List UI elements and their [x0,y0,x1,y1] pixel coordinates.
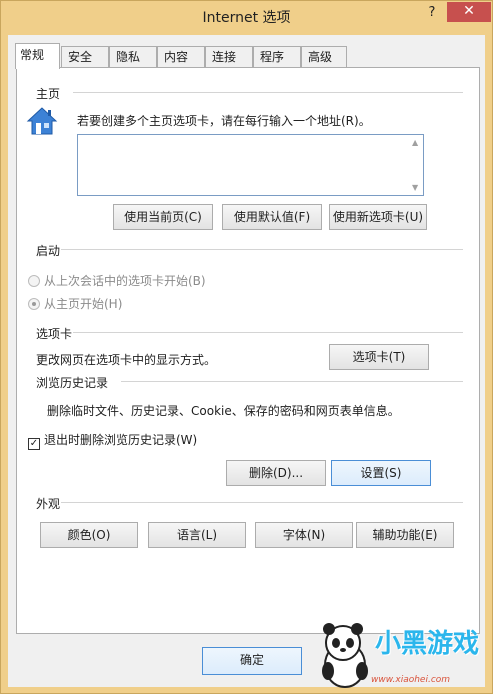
urls-scrollbar[interactable]: ▲ ▼ [409,135,423,195]
watermark-url: www.xiaohei.com [371,675,451,685]
close-button[interactable]: ✕ [447,2,491,22]
watermark-brand: 小黑游戏 [375,629,480,659]
history-divider [121,381,463,382]
tabs-section-text: 更改网页在选项卡中的显示方式。 [36,353,217,367]
history-settings-button[interactable]: 设置(S) [331,460,431,486]
startup-last-session-option[interactable]: 从上次会话中的选项卡开始(B) [28,272,206,288]
tab-connections[interactable]: 连接 [205,46,253,68]
use-new-tab-button[interactable]: 使用新选项卡(U) [329,204,427,230]
general-tab-panel: 主页 若要创建多个主页选项卡，请在每行输入一个地址(R)。 ▲ ▼ 使用当前页(… [16,67,480,634]
startup-home-page-option[interactable]: 从主页开始(H) [28,295,122,311]
fonts-button[interactable]: 字体(N) [255,522,353,548]
home-page-urls-input[interactable]: ▲ ▼ [77,134,424,196]
radio-last-session-label: 从上次会话中的选项卡开始(B) [44,274,206,288]
languages-button[interactable]: 语言(L) [148,522,246,548]
accessibility-button[interactable]: 辅助功能(E) [356,522,454,548]
dialog-client-area: 常规 安全 隐私 内容 连接 程序 高级 主页 若要创建多个主页选项卡，请在每行… [8,35,485,687]
scroll-up-icon[interactable]: ▲ [412,138,418,147]
help-button[interactable]: ? [419,3,445,23]
tab-content[interactable]: 内容 [157,46,205,68]
startup-section-label: 启动 [36,244,61,258]
radio-home-page-label: 从主页开始(H) [44,297,123,311]
internet-options-window: Internet 选项 ? ✕ 常规 安全 隐私 内容 连接 程序 高级 主页 [0,0,493,694]
tab-general[interactable]: 常规 [15,43,60,69]
delete-history-button[interactable]: 删除(D)... [226,460,326,486]
home-hint-text: 若要创建多个主页选项卡，请在每行输入一个地址(R)。 [77,114,371,128]
home-icon [26,106,58,136]
ok-button[interactable]: 确定 [202,647,302,675]
delete-on-exit-option[interactable]: ✓ 退出时删除浏览历史记录(W) [28,431,197,450]
delete-on-exit-checkbox[interactable]: ✓ [28,438,40,450]
tab-programs[interactable]: 程序 [253,46,301,68]
radio-last-session[interactable] [28,275,40,287]
colors-button[interactable]: 颜色(O) [40,522,138,548]
tab-security[interactable]: 安全 [61,46,109,68]
tab-privacy[interactable]: 隐私 [109,46,157,68]
radio-home-page[interactable] [28,298,40,310]
appearance-divider [61,502,463,503]
history-section-label: 浏览历史记录 [36,376,109,390]
use-current-button[interactable]: 使用当前页(C) [113,204,213,230]
use-default-button[interactable]: 使用默认值(F) [222,204,322,230]
home-divider [73,92,463,93]
delete-on-exit-label: 退出时删除浏览历史记录(W) [44,433,198,447]
scroll-down-icon[interactable]: ▼ [412,183,418,192]
title-bar[interactable]: Internet 选项 ? ✕ [1,1,492,35]
tabs-settings-button[interactable]: 选项卡(T) [329,344,429,370]
tabs-section-label: 选项卡 [36,327,73,341]
tabs-divider [73,332,463,333]
watermark: 小黑游戏 www.xiaohei.com [313,619,491,693]
startup-divider [61,249,463,250]
home-section-label: 主页 [36,87,61,101]
history-section-text: 删除临时文件、历史记录、Cookie、保存的密码和网页表单信息。 [47,404,400,418]
appearance-section-label: 外观 [36,497,61,511]
tab-advanced[interactable]: 高级 [301,46,347,68]
